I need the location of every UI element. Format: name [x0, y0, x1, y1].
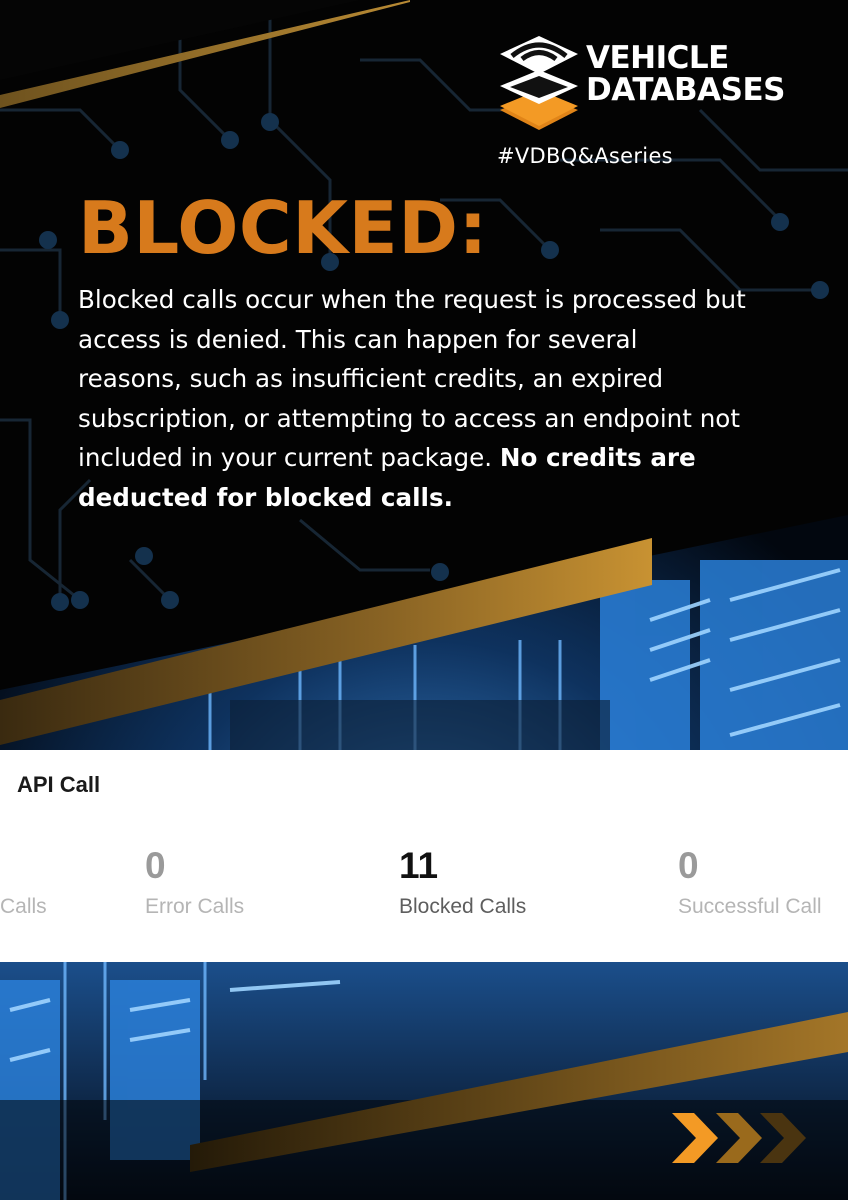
poster: VEHICLE DATABASES #VDBQ&Aseries BLOCKED:…	[0, 0, 848, 1200]
hashtag: #VDBQ&Aseries	[497, 144, 673, 168]
stat-label: Successful Call	[678, 895, 822, 918]
brand-name: VEHICLE DATABASES	[586, 40, 786, 108]
brand-logo: VEHICLE DATABASES	[498, 32, 818, 142]
stat-blocked-calls: 11 Blocked Calls	[399, 846, 526, 919]
stat-value: 0	[145, 845, 166, 886]
section-body: Blocked calls occur when the request is …	[78, 280, 748, 517]
background-graphics	[0, 0, 848, 1200]
stat-label: Calls	[0, 895, 47, 918]
stat-total-calls: Calls	[0, 846, 47, 919]
stat-value: 11	[399, 845, 439, 886]
stat-error-calls: 0 Error Calls	[145, 846, 244, 919]
section-heading: BLOCKED:	[78, 186, 488, 270]
api-panel-title: API Call	[17, 772, 101, 797]
brand-line-1: VEHICLE	[586, 40, 729, 76]
stat-label: Blocked Calls	[399, 895, 527, 918]
chevron-arrows-icon	[672, 1113, 806, 1163]
stat-value: 0	[678, 845, 699, 886]
brand-line-2: DATABASES	[586, 72, 786, 108]
stat-successful-calls: 0 Successful Call	[678, 846, 822, 919]
stat-value	[0, 846, 47, 886]
stat-label: Error Calls	[145, 895, 245, 918]
stacked-layers-logo-icon	[500, 36, 578, 130]
api-call-panel: API Call Calls 0 Error Calls 11 Blocked …	[0, 750, 848, 962]
